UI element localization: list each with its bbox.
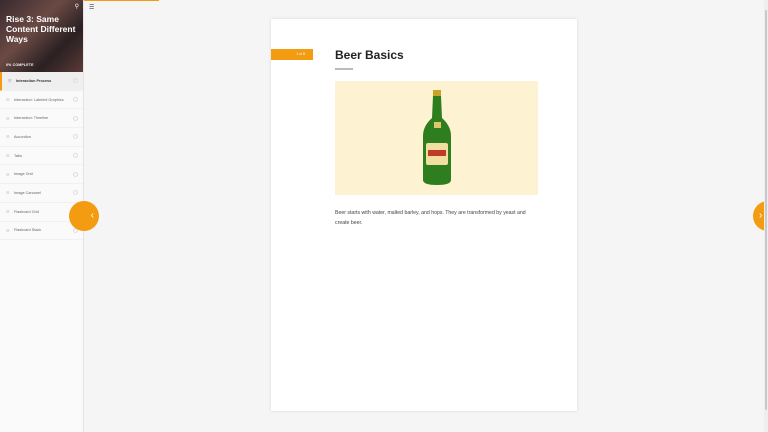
- sidebar-item-lesson[interactable]: ☰ Image Grid: [0, 165, 83, 185]
- completion-circle-icon: [73, 115, 78, 121]
- lesson-body: Beer starts with water, malted barley, a…: [335, 210, 526, 226]
- course-header: ⚲ Rise 3: Same Content Different Ways 0%…: [0, 0, 83, 72]
- lesson-type-icon: ☰: [6, 190, 10, 196]
- lesson-label: Interaction: Timeline: [14, 116, 48, 121]
- course-title: Rise 3: Same Content Different Ways: [6, 14, 76, 44]
- lesson-label: Interaction: Labeled Graphics: [14, 97, 64, 102]
- lesson-label: Interaction Process: [16, 78, 52, 83]
- lesson-type-icon: ☰: [6, 134, 10, 140]
- completion-circle-icon: [73, 97, 78, 103]
- search-icon[interactable]: ⚲: [75, 3, 79, 10]
- lesson-label: Flashcard Grid: [14, 209, 39, 214]
- completion-circle-icon: [73, 190, 78, 196]
- menu-icon[interactable]: ☰: [89, 4, 94, 11]
- lesson-type-icon: ☰: [6, 209, 10, 215]
- sidebar-item-lesson[interactable]: ☰ Interaction Process: [0, 72, 83, 91]
- progress-bar: [84, 0, 767, 1]
- previous-lesson-button[interactable]: ‹: [69, 201, 99, 231]
- beer-bottle-image: [335, 81, 538, 195]
- lesson-label: Flashcard Stack: [14, 228, 42, 233]
- lesson-type-icon: ☰: [6, 171, 10, 177]
- sidebar-item-lesson[interactable]: ☰ Interaction: Labeled Graphics: [0, 91, 83, 110]
- lesson-title: Beer Basics: [335, 48, 404, 62]
- sidebar-item-lesson[interactable]: ☰ Tabs: [0, 147, 83, 166]
- lesson-label: Tabs: [14, 153, 23, 158]
- lesson-type-icon: ☰: [6, 227, 10, 233]
- completion-circle-icon: [73, 171, 78, 177]
- lesson-type-icon: ☰: [6, 115, 10, 121]
- sidebar-item-lesson[interactable]: ☰ Image Carousel: [0, 184, 83, 203]
- lesson-label: Image Carousel: [14, 190, 41, 195]
- chevron-right-icon: ›: [759, 210, 763, 221]
- title-divider: [335, 68, 353, 70]
- completion-circle-icon: [73, 153, 78, 159]
- lesson-label: Accordion: [14, 134, 31, 139]
- completion-circle-icon: [73, 78, 78, 84]
- lesson-counter: 1 of 8: [271, 49, 313, 60]
- sidebar-item-lesson[interactable]: ☰ Accordion: [0, 128, 83, 147]
- completion-circle-icon: [73, 134, 78, 140]
- scrollbar[interactable]: [764, 0, 768, 432]
- lesson-label: Image Grid: [14, 172, 33, 177]
- lesson-type-icon: ☰: [6, 97, 10, 103]
- lesson-card: 1 of 8 Beer Basics Beer starts with wate…: [271, 19, 577, 411]
- sidebar-item-lesson[interactable]: ☰ Interaction: Timeline: [0, 109, 83, 129]
- lesson-type-icon: ☰: [6, 153, 10, 159]
- chevron-left-icon: ‹: [90, 210, 94, 221]
- lesson-type-icon: ☰: [8, 78, 12, 84]
- progress-text: 0% COMPLETE: [6, 63, 34, 67]
